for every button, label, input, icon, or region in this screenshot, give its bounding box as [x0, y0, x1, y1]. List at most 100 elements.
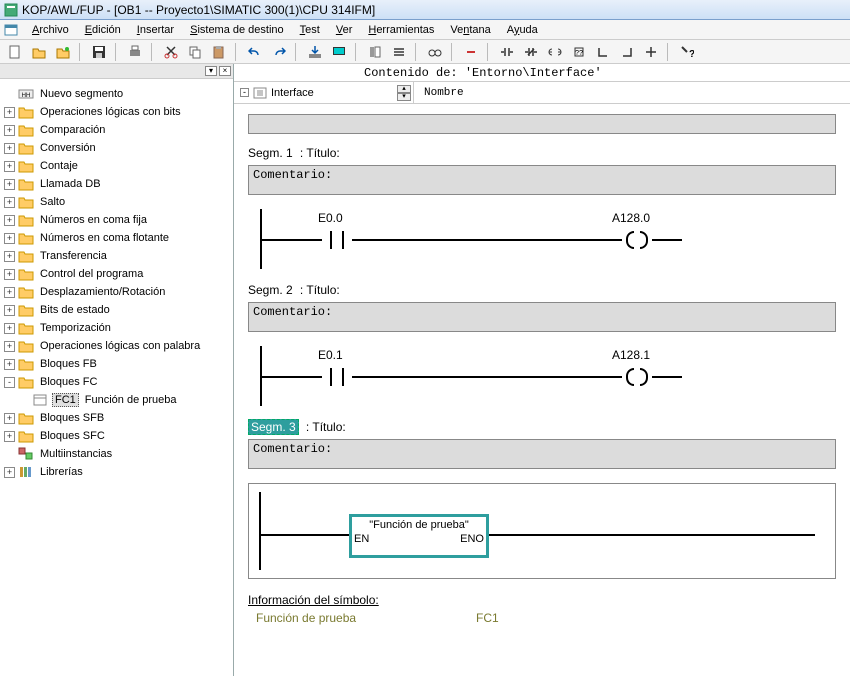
folder-icon	[18, 411, 34, 425]
coil-button[interactable]	[544, 42, 566, 62]
ladder-canvas[interactable]: Segm. 1 : Título: Comentario: E0.0 A128.…	[234, 104, 850, 676]
expand-icon[interactable]: +	[4, 197, 15, 208]
tree-item[interactable]: +Llamada DB	[4, 175, 233, 193]
separator	[487, 43, 491, 61]
connection-button[interactable]	[640, 42, 662, 62]
contact-open-button[interactable]	[496, 42, 518, 62]
download-button[interactable]	[304, 42, 326, 62]
tree-item[interactable]: +Bloques SFB	[4, 409, 233, 427]
close-icon[interactable]: ×	[219, 66, 231, 76]
expand-icon[interactable]: +	[4, 125, 15, 136]
function-block[interactable]: "Función de prueba" EN ENO	[349, 514, 489, 558]
menu-insertar[interactable]: Insertar	[129, 22, 182, 38]
expand-icon[interactable]: +	[4, 323, 15, 334]
box-button[interactable]: ??	[568, 42, 590, 62]
separator	[451, 43, 455, 61]
expand-icon[interactable]: +	[4, 269, 15, 280]
comment-box[interactable]: Comentario:	[248, 165, 836, 195]
expand-icon[interactable]: +	[4, 341, 15, 352]
expand-icon[interactable]: +	[4, 179, 15, 190]
tree-item[interactable]: +Salto	[4, 193, 233, 211]
menu-archivo[interactable]: Archivo	[24, 22, 77, 38]
minus-icon[interactable]: -	[240, 88, 249, 97]
ladder-rung-1[interactable]: E0.0 A128.0	[248, 209, 836, 269]
title-bar: KOP/AWL/FUP - [OB1 -- Proyecto1\SIMATIC …	[0, 0, 850, 20]
dropdown-icon[interactable]: ▾	[205, 66, 217, 76]
contact[interactable]: E0.0	[322, 229, 352, 251]
tree-item[interactable]: Multiinstancias	[4, 445, 233, 463]
print-button[interactable]	[124, 42, 146, 62]
tree-item[interactable]: +Operaciones lógicas con bits	[4, 103, 233, 121]
online-button[interactable]	[52, 42, 74, 62]
expand-icon[interactable]: +	[4, 431, 15, 442]
expand-icon[interactable]: +	[4, 215, 15, 226]
redo-button[interactable]	[268, 42, 290, 62]
tree-item[interactable]: +Números en coma flotante	[4, 229, 233, 247]
stepper[interactable]: ▴▾	[397, 85, 411, 101]
interface-left[interactable]: - Interface ▴▾	[234, 82, 414, 103]
expand-icon[interactable]: -	[4, 377, 15, 388]
expand-icon[interactable]: +	[4, 467, 15, 478]
help-button[interactable]: ?	[676, 42, 698, 62]
menu-ver[interactable]: Ver	[328, 22, 361, 38]
expand-icon[interactable]: +	[4, 413, 15, 424]
symbol-info: Información del símbolo: Función de prue…	[248, 593, 836, 625]
expand-icon[interactable]: +	[4, 251, 15, 262]
coil[interactable]: A128.0	[622, 231, 652, 249]
expand-icon[interactable]: +	[4, 305, 15, 316]
save-button[interactable]	[88, 42, 110, 62]
catalog-button[interactable]	[364, 42, 386, 62]
tree-item[interactable]: +Contaje	[4, 157, 233, 175]
no-symbol-button[interactable]	[460, 42, 482, 62]
details-button[interactable]	[388, 42, 410, 62]
ladder-rung-3[interactable]: "Función de prueba" EN ENO	[248, 483, 836, 579]
element-tree[interactable]: HHNuevo segmento+Operaciones lógicas con…	[0, 78, 233, 676]
menu-test[interactable]: Test	[292, 22, 328, 38]
coil[interactable]: A128.1	[622, 368, 652, 386]
menu-herramientas[interactable]: Herramientas	[360, 22, 442, 38]
tree-item[interactable]: +Desplazamiento/Rotación	[4, 283, 233, 301]
tree-item[interactable]: +Transferencia	[4, 247, 233, 265]
expand-icon[interactable]: +	[4, 143, 15, 154]
menu-ventana[interactable]: Ventana	[442, 22, 498, 38]
tree-item[interactable]: +Números en coma fija	[4, 211, 233, 229]
monitor-button[interactable]	[328, 42, 350, 62]
paste-button[interactable]	[208, 42, 230, 62]
tree-item[interactable]: +Bloques SFC	[4, 427, 233, 445]
coil-label: A128.0	[612, 211, 650, 225]
tree-item[interactable]: -Bloques FC	[4, 373, 233, 391]
open-button[interactable]	[28, 42, 50, 62]
branch-close-button[interactable]	[616, 42, 638, 62]
expand-icon[interactable]: +	[4, 287, 15, 298]
branch-open-button[interactable]	[592, 42, 614, 62]
menu-sistema[interactable]: Sistema de destino	[182, 22, 292, 38]
expand-icon[interactable]: +	[4, 161, 15, 172]
cut-button[interactable]	[160, 42, 182, 62]
expand-icon[interactable]: +	[4, 233, 15, 244]
tree-item[interactable]: HHNuevo segmento	[4, 85, 233, 103]
menu-ayuda[interactable]: Ayuda	[499, 22, 546, 38]
tree-item[interactable]: +Librerías	[4, 463, 233, 481]
glasses-button[interactable]	[424, 42, 446, 62]
new-button[interactable]	[4, 42, 26, 62]
tree-item[interactable]: +Operaciones lógicas con palabra	[4, 337, 233, 355]
contact-closed-button[interactable]	[520, 42, 542, 62]
tree-item[interactable]: +Control del programa	[4, 265, 233, 283]
ladder-rung-2[interactable]: E0.1 A128.1	[248, 346, 836, 406]
tree-item[interactable]: +Bits de estado	[4, 301, 233, 319]
tree-item[interactable]: +Temporización	[4, 319, 233, 337]
expand-icon[interactable]: +	[4, 359, 15, 370]
copy-button[interactable]	[184, 42, 206, 62]
contact[interactable]: E0.1	[322, 366, 352, 388]
expand-icon[interactable]: +	[4, 107, 15, 118]
tree-item[interactable]: FC1Función de prueba	[4, 391, 233, 409]
seg-num-selected[interactable]: Segm. 3	[248, 419, 299, 435]
undo-button[interactable]	[244, 42, 266, 62]
tree-item[interactable]: +Conversión	[4, 139, 233, 157]
tree-item[interactable]: +Bloques FB	[4, 355, 233, 373]
en-label: EN	[354, 533, 369, 545]
comment-box[interactable]: Comentario:	[248, 439, 836, 469]
tree-item[interactable]: +Comparación	[4, 121, 233, 139]
comment-box[interactable]: Comentario:	[248, 302, 836, 332]
menu-edicion[interactable]: Edición	[77, 22, 129, 38]
